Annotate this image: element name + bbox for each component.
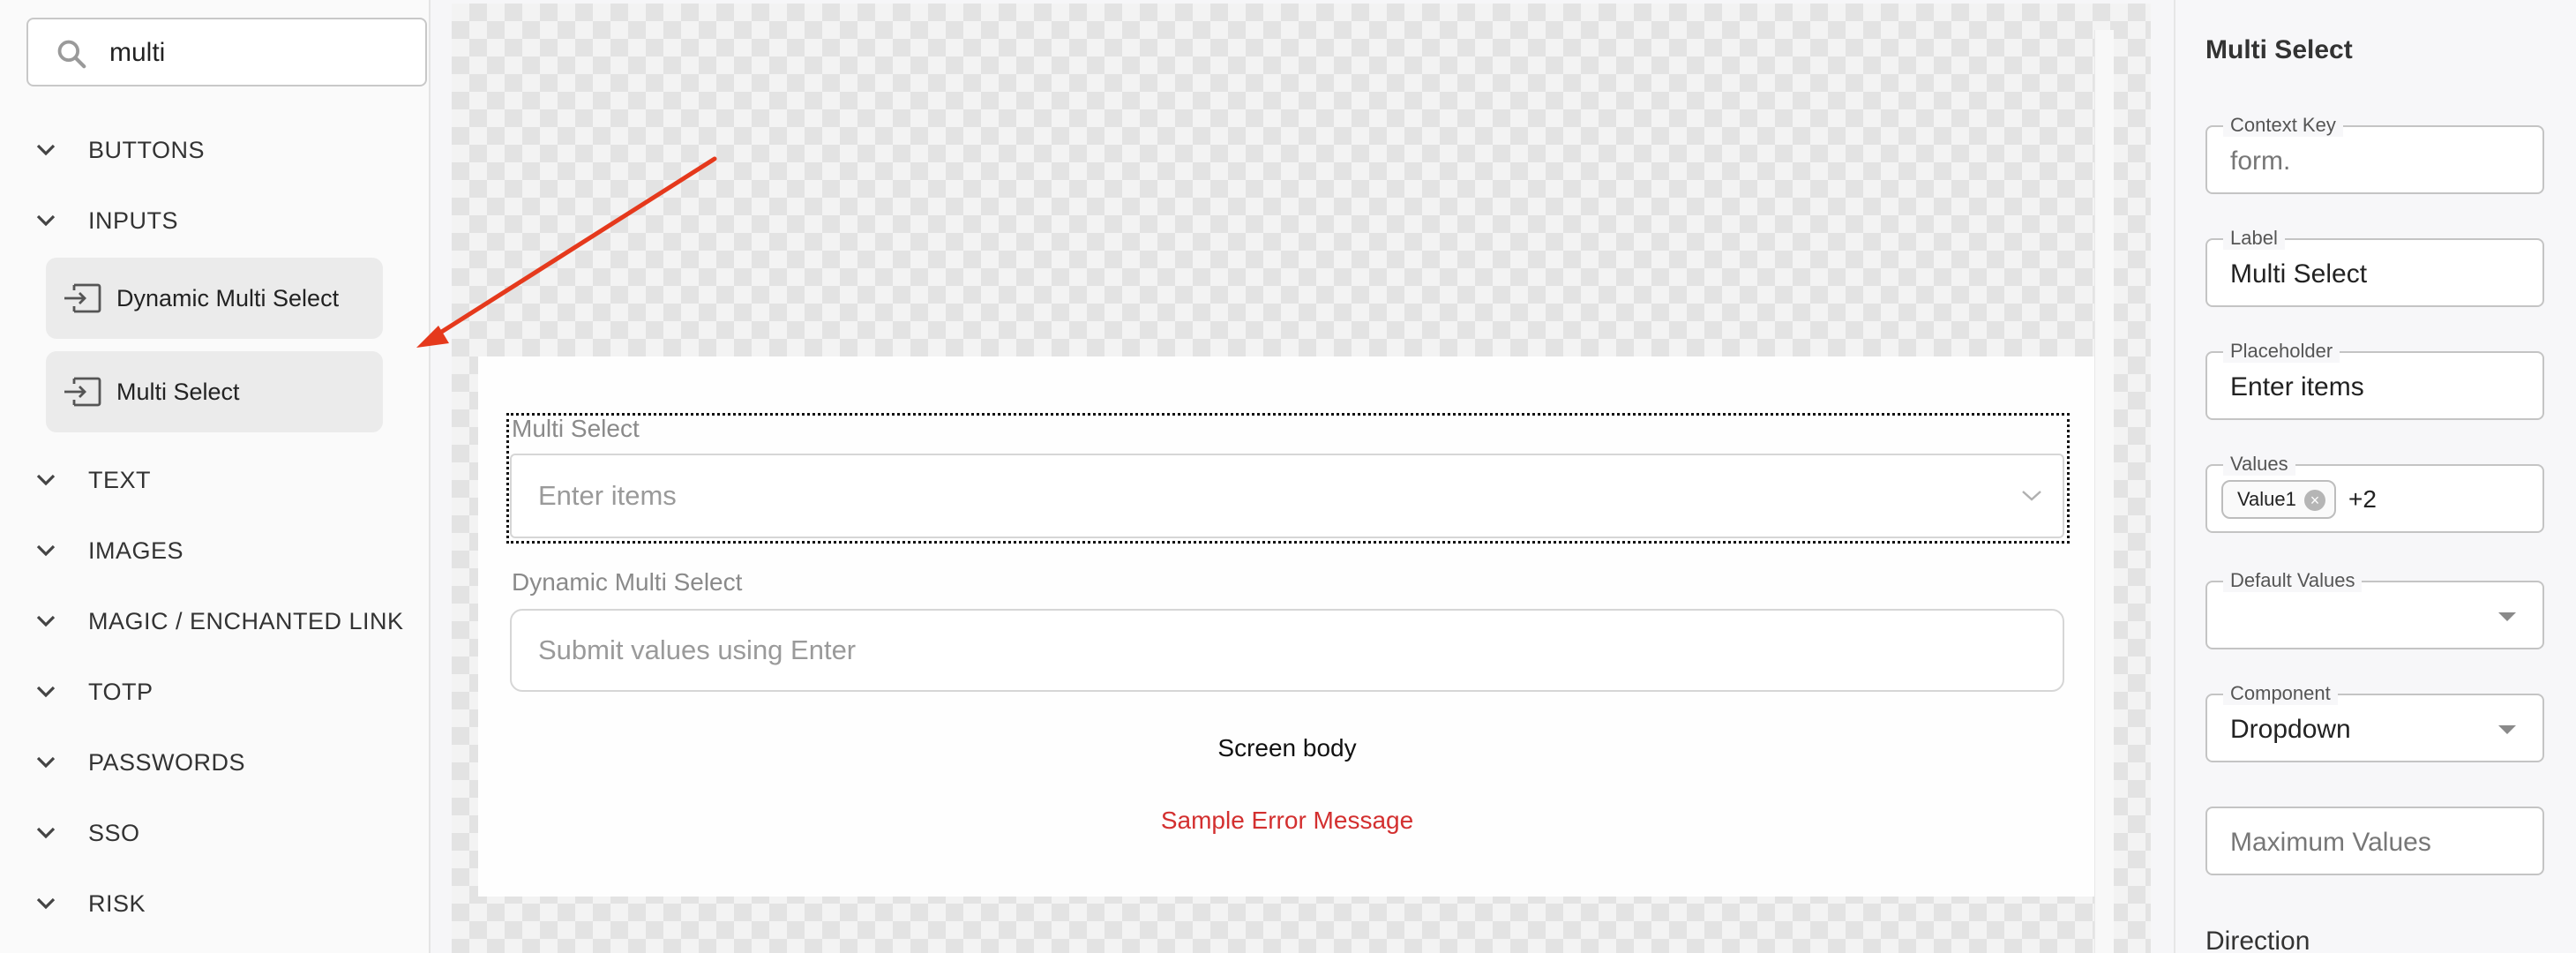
section-passwords[interactable]: PASSWORDS [35,736,245,789]
chevron-down-icon [36,827,56,839]
field-legend: Context Key [2223,114,2343,137]
section-magic-enchanted-link[interactable]: MAGIC / ENCHANTED LINK [35,595,404,648]
section-inputs[interactable]: INPUTS [35,194,178,247]
chevron-down-icon [36,615,56,627]
section-label: TEXT [88,466,152,493]
input-icon [64,377,101,407]
maximum-values-placeholder: Maximum Values [2230,828,2431,857]
palette-item-label: Multi Select [116,378,240,405]
section-label: IMAGES [88,537,184,564]
field-legend: Default Values [2223,569,2363,592]
field-legend: Component [2223,682,2338,705]
palette-item-label: Dynamic Multi Select [116,284,340,311]
chevron-down-icon [36,474,56,486]
context-key-field[interactable]: Context Key form. [2205,114,2544,194]
search-icon [57,40,86,69]
context-key-value: form. [2230,146,2291,176]
section-label: RISK [88,889,146,917]
chevron-down-icon [36,756,56,769]
chevron-down-icon [36,897,56,910]
chevron-down-icon [2022,491,2041,501]
label-field[interactable]: Label Multi Select [2205,227,2544,307]
section-text[interactable]: TEXT [35,454,151,507]
more-values-count: +2 [2348,485,2377,513]
chevron-down-icon [36,544,56,557]
input-icon [64,283,101,313]
dropdown-arrow-icon [2498,725,2516,734]
chevron-down-icon [36,686,56,698]
section-label: BUTTONS [88,136,206,163]
direction-label: Direction [2205,927,2310,953]
field-legend: Placeholder [2223,340,2340,363]
label-value: Multi Select [2230,259,2368,289]
multi-select-label: Multi Select [512,415,640,442]
placeholder-value: Enter items [2230,372,2364,401]
maximum-values-field[interactable]: Maximum Values [2205,807,2544,875]
chevron-down-icon [36,214,56,227]
dynamic-multi-select-input[interactable]: Submit values using Enter [510,609,2064,692]
properties-title: Multi Select [2205,35,2353,64]
section-images[interactable]: IMAGES [35,524,183,577]
chevron-down-icon [36,144,56,156]
search-input[interactable] [109,32,409,74]
app-root: BUTTONS INPUTS Dynamic Multi Select Mult… [0,0,2576,953]
section-buttons[interactable]: BUTTONS [35,124,205,176]
component-select[interactable]: Component Dropdown [2205,682,2544,762]
canvas-scrollbar[interactable] [2094,30,2114,953]
dynamic-multi-select-label: Dynamic Multi Select [512,568,743,596]
placeholder-field[interactable]: Placeholder Enter items [2205,340,2544,420]
palette-item-multi-select[interactable]: Multi Select [46,351,383,432]
component-value: Dropdown [2230,715,2351,744]
multi-select-input[interactable]: Enter items [510,454,2064,538]
default-values-select[interactable]: Default Values [2205,569,2544,649]
error-message: Sample Error Message [1160,807,1414,834]
search-box[interactable] [26,18,427,86]
values-field[interactable]: Values Value1 × +2 [2205,453,2544,533]
palette-item-dynamic-multi-select[interactable]: Dynamic Multi Select [46,258,383,339]
value-chip[interactable]: Value1 × [2221,480,2336,519]
section-label: TOTP [88,678,154,705]
section-totp[interactable]: TOTP [35,665,154,718]
section-label: MAGIC / ENCHANTED LINK [88,607,404,634]
value-chip-label: Value1 [2237,488,2296,510]
remove-chip-icon[interactable]: × [2304,490,2325,511]
section-label: INPUTS [88,206,179,234]
section-sso[interactable]: SSO [35,807,140,859]
screen-body-text: Screen body [1217,734,1357,762]
section-label: PASSWORDS [88,748,246,776]
section-label: SSO [88,819,140,846]
multi-select-placeholder: Enter items [538,480,677,511]
field-legend: Label [2223,227,2285,250]
dropdown-arrow-icon [2498,612,2516,621]
dynamic-multi-select-placeholder: Submit values using Enter [538,634,857,665]
section-risk[interactable]: RISK [35,877,146,930]
field-legend: Values [2223,453,2295,476]
